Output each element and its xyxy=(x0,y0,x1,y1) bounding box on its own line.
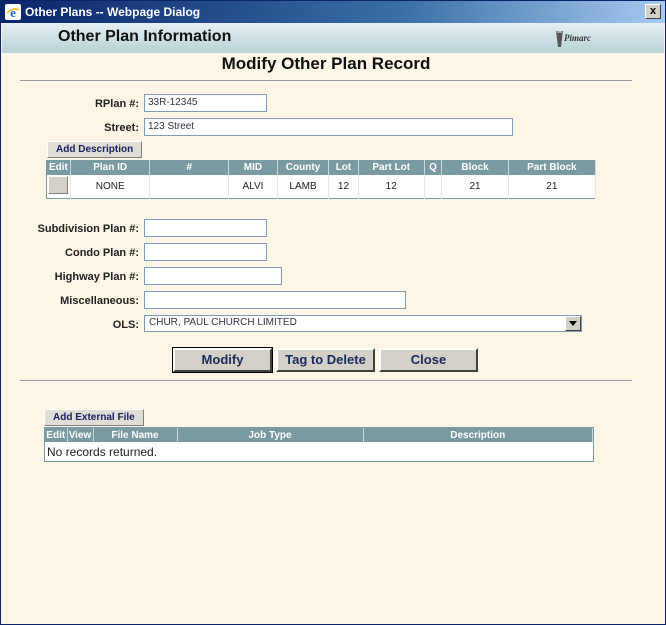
cell-county: LAMB xyxy=(277,174,330,198)
col-plan-id: Plan ID xyxy=(70,160,151,175)
title-bar: e Other Plans -- Webpage Dialog x xyxy=(1,1,665,23)
highway-input[interactable] xyxy=(144,267,282,285)
files-table-header: Edit View File Name Job Type Description xyxy=(45,428,593,442)
description-table: Edit Plan ID # MID County Lot Part Lot Q… xyxy=(46,160,597,199)
svg-text:e: e xyxy=(10,5,16,20)
add-description-button[interactable]: Add Description xyxy=(47,141,143,158)
window-title: Other Plans -- Webpage Dialog xyxy=(25,5,201,19)
files-col-job-type: Job Type xyxy=(177,428,364,442)
col-block: Block xyxy=(441,160,509,175)
cell-number xyxy=(149,174,230,198)
rplan-label: RPlan #: xyxy=(94,98,139,110)
col-county: County xyxy=(277,160,330,175)
col-lot: Lot xyxy=(328,160,359,175)
col-q: Q xyxy=(424,160,443,175)
divider-top xyxy=(20,80,632,82)
dialog-window: e Other Plans -- Webpage Dialog x Other … xyxy=(0,0,666,625)
ols-selected-value: CHUR, PAUL CHURCH LIMITED xyxy=(149,317,297,328)
cell-q xyxy=(424,174,443,198)
ols-label: OLS: xyxy=(112,319,139,331)
ols-select[interactable]: CHUR, PAUL CHURCH LIMITED xyxy=(144,315,582,332)
col-part-lot: Part Lot xyxy=(358,160,425,175)
modify-button[interactable]: Modify xyxy=(172,347,273,373)
subdivision-input[interactable] xyxy=(144,219,267,237)
close-window-button[interactable]: x xyxy=(645,4,661,19)
cell-mid: ALVI xyxy=(228,174,278,198)
files-col-edit: Edit xyxy=(45,428,68,442)
add-external-file-button[interactable]: Add External File xyxy=(44,409,144,426)
street-label: Street: xyxy=(104,122,139,134)
subdivision-label: Subdivision Plan #: xyxy=(37,223,139,235)
files-col-file-name: File Name xyxy=(93,428,178,442)
misc-input[interactable] xyxy=(144,291,406,309)
tag-to-delete-button[interactable]: Tag to Delete xyxy=(276,348,375,372)
page-heading: Modify Other Plan Record xyxy=(221,54,431,73)
condo-label: Condo Plan #: xyxy=(65,247,139,259)
chevron-down-icon[interactable] xyxy=(565,316,581,331)
close-button[interactable]: Close xyxy=(379,348,478,372)
street-input[interactable]: 123 Street xyxy=(144,118,513,136)
row-edit-cell xyxy=(46,174,71,198)
col-mid: MID xyxy=(228,160,278,175)
description-table-header: Edit Plan ID # MID County Lot Part Lot Q… xyxy=(46,160,597,175)
misc-label: Miscellaneous: xyxy=(60,295,139,307)
cell-part-lot: 12 xyxy=(358,174,425,198)
files-col-view: View xyxy=(67,428,94,442)
pimarc-logo: Pimarc xyxy=(552,29,592,49)
cell-lot: 12 xyxy=(328,174,359,198)
col-number: # xyxy=(149,160,230,175)
col-part-block: Part Block xyxy=(508,160,597,175)
rplan-input[interactable]: 33R-12345 xyxy=(144,94,267,112)
external-files-table: Edit View File Name Job Type Description… xyxy=(44,427,594,462)
cell-plan-id: NONE xyxy=(70,174,151,198)
header-strip: Other Plan Information Pimarc xyxy=(2,23,664,53)
table-row: NONE ALVI LAMB 12 12 21 21 xyxy=(46,174,597,198)
section-title: Other Plan Information xyxy=(58,28,232,45)
files-col-description: Description xyxy=(363,428,593,442)
row-edit-button[interactable] xyxy=(48,175,69,194)
col-edit: Edit xyxy=(46,160,71,175)
cell-block: 21 xyxy=(441,174,509,198)
empty-message: No records returned. xyxy=(47,445,158,459)
ie-icon: e xyxy=(5,4,21,20)
condo-input[interactable] xyxy=(144,243,267,261)
logo-text: Pimarc xyxy=(564,33,591,43)
cell-part-block: 21 xyxy=(508,174,597,198)
highway-label: Highway Plan #: xyxy=(54,271,139,283)
divider-bottom xyxy=(20,380,632,382)
